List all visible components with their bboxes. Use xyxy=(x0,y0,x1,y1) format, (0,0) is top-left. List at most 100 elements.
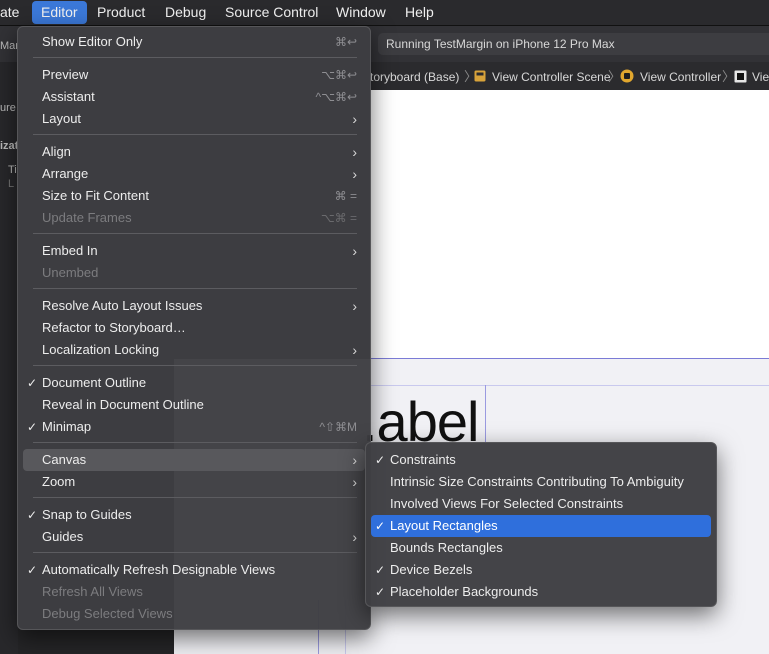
view-controller-icon xyxy=(620,66,634,88)
menu-item-label: Resolve Auto Layout Issues xyxy=(42,298,203,313)
menu-item-zoom[interactable]: Zoom › xyxy=(23,471,365,493)
keyboard-shortcut: ^⇧⌘M xyxy=(319,420,357,434)
menu-separator xyxy=(33,442,357,443)
menu-item-label: Canvas xyxy=(42,452,87,467)
submenu-item-involved-views[interactable]: Involved Views For Selected Constraints xyxy=(371,493,711,515)
chevron-right-icon: › xyxy=(352,342,357,358)
navigator-pane: Mar ure izat Ti L xyxy=(0,40,19,654)
menu-item-arrange[interactable]: Arrange › xyxy=(23,163,365,185)
menu-item-label: Placeholder Backgrounds xyxy=(390,584,539,599)
menu-separator xyxy=(33,288,357,289)
menu-item-localization-locking[interactable]: Localization Locking › xyxy=(23,339,365,361)
chevron-right-icon: › xyxy=(352,452,357,468)
menu-item-label: Bounds Rectangles xyxy=(390,540,503,555)
menu-item-label: Localization Locking xyxy=(42,342,160,357)
checkmark-icon: ✓ xyxy=(27,376,38,390)
menubar-item-help[interactable]: Help xyxy=(396,0,443,25)
chevron-right-icon: › xyxy=(352,474,357,490)
checkmark-icon: ✓ xyxy=(27,563,38,577)
menu-item-assistant[interactable]: Assistant ^⌥⌘↩ xyxy=(23,86,365,108)
menu-item-label: Reveal in Document Outline xyxy=(42,397,204,412)
menu-item-label: Zoom xyxy=(42,474,76,489)
menu-item-canvas[interactable]: Canvas › xyxy=(23,449,365,471)
menubar-item-debug[interactable]: Debug xyxy=(156,0,215,25)
menu-item-size-to-fit-content[interactable]: Size to Fit Content ⌘ = xyxy=(23,185,365,207)
menu-item-snap-to-guides[interactable]: ✓ Snap to Guides xyxy=(23,504,365,526)
checkmark-icon: ✓ xyxy=(27,420,38,434)
menu-item-debug-selected-views: Debug Selected Views xyxy=(23,603,365,625)
submenu-item-placeholder-backgrounds[interactable]: ✓ Placeholder Backgrounds xyxy=(371,581,711,603)
keyboard-shortcut: ⌥⌘↩ xyxy=(321,68,357,82)
keyboard-shortcut: ^⌥⌘↩ xyxy=(315,90,357,104)
menu-item-embed-in[interactable]: Embed In › xyxy=(23,240,365,262)
menubar-item-window[interactable]: Window xyxy=(327,0,395,25)
chevron-right-icon: › xyxy=(352,529,357,545)
menu-item-label: Involved Views For Selected Constraints xyxy=(390,496,624,511)
menu-item-document-outline[interactable]: ✓ Document Outline xyxy=(23,372,365,394)
chevron-right-icon: › xyxy=(352,243,357,259)
menu-item-resolve-auto-layout-issues[interactable]: Resolve Auto Layout Issues › xyxy=(23,295,365,317)
submenu-item-constraints[interactable]: ✓ Constraints xyxy=(371,449,711,471)
menu-item-refresh-all-views: Refresh All Views xyxy=(23,581,365,603)
checkmark-icon: ✓ xyxy=(375,519,386,533)
menu-item-auto-refresh-designable-views[interactable]: ✓ Automatically Refresh Designable Views xyxy=(23,559,365,581)
menu-separator xyxy=(33,497,357,498)
submenu-item-intrinsic-size-constraints[interactable]: Intrinsic Size Constraints Contributing … xyxy=(371,471,711,493)
menubar-item-editor[interactable]: Editor xyxy=(32,1,87,24)
submenu-item-layout-rectangles[interactable]: ✓ Layout Rectangles xyxy=(371,515,711,537)
menu-item-refactor-to-storyboard[interactable]: Refactor to Storyboard… xyxy=(23,317,365,339)
view-icon xyxy=(734,66,747,88)
navigator-fragment: ure xyxy=(0,102,16,114)
chevron-right-icon: › xyxy=(352,144,357,160)
menu-item-label: Align xyxy=(42,144,71,159)
menubar-item-navigate[interactable]: ate xyxy=(0,0,28,25)
submenu-item-bounds-rectangles[interactable]: Bounds Rectangles xyxy=(371,537,711,559)
jumpbar-item-view[interactable]: Vie xyxy=(752,66,769,88)
menu-item-label: Layout Rectangles xyxy=(390,518,498,533)
menu-item-label: Update Frames xyxy=(42,210,132,225)
keyboard-shortcut: ⌘↩ xyxy=(334,35,357,49)
submenu-item-device-bezels[interactable]: ✓ Device Bezels xyxy=(371,559,711,581)
checkmark-icon: ✓ xyxy=(375,585,386,599)
jump-bar: toryboard (Base) 〉 View Controller Scene… xyxy=(370,66,769,88)
menu-item-align[interactable]: Align › xyxy=(23,141,365,163)
menu-bar: ate Editor Product Debug Source Control … xyxy=(0,0,769,26)
menubar-item-product[interactable]: Product xyxy=(88,0,154,25)
menu-item-label: Layout xyxy=(42,111,82,126)
jumpbar-item-view-controller[interactable]: View Controller xyxy=(640,66,721,88)
checkmark-icon: ✓ xyxy=(375,563,386,577)
menu-item-label: Debug Selected Views xyxy=(42,606,173,621)
scene-icon xyxy=(474,66,486,88)
menu-item-label: Automatically Refresh Designable Views xyxy=(42,562,276,577)
menu-separator xyxy=(33,233,357,234)
keyboard-shortcut: ⌘ = xyxy=(334,189,357,203)
navigator-fragment: izat xyxy=(0,140,19,152)
menu-item-reveal-in-document-outline[interactable]: Reveal in Document Outline xyxy=(23,394,365,416)
menu-separator xyxy=(33,134,357,135)
keyboard-shortcut: ⌥⌘ = xyxy=(320,211,357,225)
checkmark-icon: ✓ xyxy=(27,508,38,522)
menu-item-label: Intrinsic Size Constraints Contributing … xyxy=(390,474,684,489)
menu-item-preview[interactable]: Preview ⌥⌘↩ xyxy=(23,64,365,86)
menu-item-layout[interactable]: Layout › xyxy=(23,108,365,130)
activity-status-field: Running TestMargin on iPhone 12 Pro Max xyxy=(378,33,769,55)
menu-separator xyxy=(33,365,357,366)
menu-item-update-frames: Update Frames ⌥⌘ = xyxy=(23,207,365,229)
menu-separator xyxy=(33,552,357,553)
chevron-right-icon: › xyxy=(352,166,357,182)
menu-item-label: Embed In xyxy=(42,243,98,258)
chevron-right-icon: › xyxy=(352,298,357,314)
checkmark-icon: ✓ xyxy=(375,453,386,467)
layout-guide-line xyxy=(485,385,486,443)
menu-item-label: Preview xyxy=(42,67,89,82)
menu-item-show-editor-only[interactable]: Show Editor Only ⌘↩ xyxy=(23,31,365,53)
jumpbar-item-storyboard[interactable]: toryboard (Base) xyxy=(370,66,459,88)
menubar-item-source-control[interactable]: Source Control xyxy=(216,0,327,25)
menu-item-guides[interactable]: Guides › xyxy=(23,526,365,548)
jumpbar-item-scene[interactable]: View Controller Scene xyxy=(492,66,611,88)
chevron-right-icon: › xyxy=(352,111,357,127)
menu-item-label: Unembed xyxy=(42,265,99,280)
menu-item-minimap[interactable]: ✓ Minimap ^⇧⌘M xyxy=(23,416,365,438)
menu-item-label: Device Bezels xyxy=(390,562,473,577)
storyboard-canvas-scene xyxy=(370,90,769,358)
